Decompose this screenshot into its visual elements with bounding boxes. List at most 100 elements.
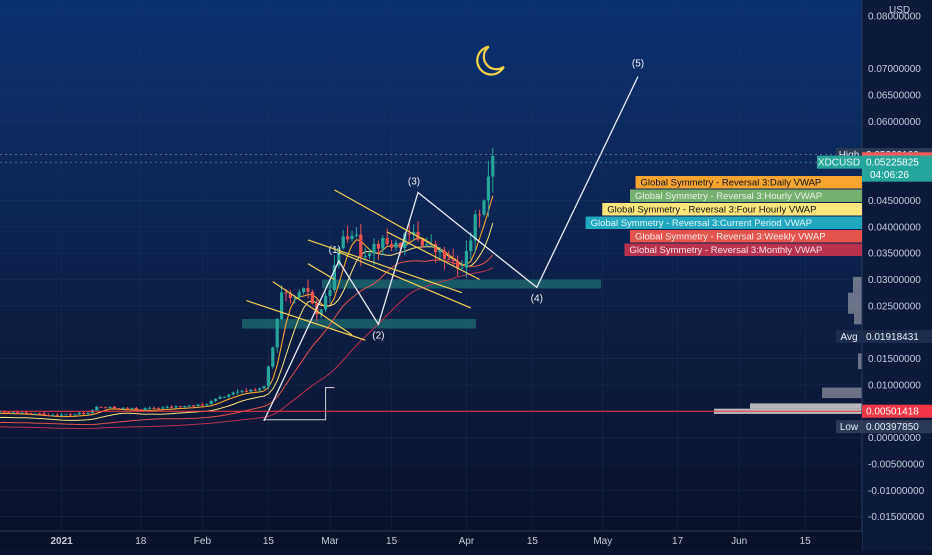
candle-body [68,414,72,416]
candle-body [174,406,178,408]
y-tick-label: -0.00500000 [868,460,925,471]
price-chart[interactable]: (1)(2)(3)(4)(5) 0.080000000.070000000.06… [0,0,932,550]
avg-tag-value: 0.01918431 [866,332,919,343]
y-tick-label: 0.01500000 [868,354,921,365]
x-tick-label: May [593,536,612,547]
vwap-legend-label: Global Symmetry - Reversal 3:Four Hourly… [607,205,816,216]
y-tick-label: 0.03000000 [868,275,921,286]
candle-body [297,291,301,298]
x-tick-label: 18 [135,536,147,547]
candle-body [447,258,451,260]
candle-body [205,404,209,406]
candle-body [253,389,257,391]
y-tick-label: -0.01000000 [868,486,925,497]
candle-body [275,319,279,348]
candle-body [359,234,363,258]
wave-label: (4) [531,293,543,304]
candle-body [165,406,169,408]
symbol-caption: XDCUSD [818,158,860,169]
candle-body [60,414,64,416]
candle-body [143,408,147,410]
candle-body [29,413,33,415]
candle-body [262,386,266,389]
vwap-legend-label: Global Symmetry - Reversal 3:Hourly VWAP [635,191,822,202]
candle-body [130,407,134,409]
candle-body [460,267,464,269]
low-tag-value: 0.00397850 [866,422,919,433]
candle-body [148,407,152,409]
candle-body [86,413,90,415]
candle-body [438,250,442,253]
avg-tag-caption: Avg [840,332,857,343]
candle-body [249,389,253,392]
candle-body [231,392,235,395]
candle-body [222,396,226,398]
candle-body [306,288,310,292]
vwap-legend-label: Global Symmetry - Reversal 3:Weekly VWAP [635,232,826,243]
candle-body [192,405,196,407]
x-tick-label: 17 [672,536,684,547]
candle-body [491,156,495,177]
candle-body [258,388,262,391]
candle-body [394,242,398,248]
candle-body [341,236,345,249]
candle-body [464,251,468,268]
candle-body [376,243,380,249]
x-tick-label: 15 [386,536,398,547]
candle-body [442,250,446,259]
vwap-legend-item: Global Symmetry - Reversal 3:Daily VWAP [635,176,862,189]
candle-body [469,240,473,252]
chart-container[interactable]: (1) (2) (3) (4) (5) 0.08000000 0.07000000 0.06… [0,0,932,550]
volume-profile-bar [853,276,862,293]
vwap-legend-label: Global Symmetry - Reversal 3:Current Per… [591,218,812,229]
x-tick-label: 2021 [50,536,73,547]
candle-body [183,406,187,408]
volume-profile-bar [822,387,862,399]
candle-body [55,414,59,416]
y-tick-label: 0.06000000 [868,117,921,128]
candle-body [407,233,411,235]
candle-body [200,404,204,406]
candle-body [363,256,367,258]
candle-body [161,407,165,409]
x-tick-label: 15 [263,536,275,547]
candle-body [266,366,270,387]
candle-body [482,200,486,215]
candle-body [178,406,182,408]
candle-body [64,414,68,416]
low-tag-caption: Low [840,422,859,433]
candle-body [284,292,288,294]
candle-body [99,406,103,408]
candle-body [346,236,350,240]
candle-body [187,405,191,407]
candle-body [20,412,24,414]
volume-profile-bar [854,313,862,325]
candle-body [126,407,130,409]
candle-body [104,407,108,409]
candle-body [82,412,86,414]
support-zone-upper [322,279,601,289]
candle-body [16,412,20,414]
y-tick-label: 0.02500000 [868,301,921,312]
candle-body [108,406,112,408]
candle-body [328,290,332,296]
x-tick-label: Apr [459,536,475,547]
bar-countdown: 04:06:26 [870,170,909,181]
candle-body [73,414,77,416]
candle-body [33,413,37,415]
vwap-legend-item: Global Symmetry - Reversal 3:Weekly VWAP [630,230,862,243]
vwap-legend-item: Global Symmetry - Reversal 3:Four Hourly… [602,203,862,216]
candle-body [236,391,240,393]
candle-body [24,412,28,414]
wave-label: (3) [408,177,420,188]
candle-body [451,259,455,261]
last-price-value: 0.05225825 [866,158,919,169]
candle-body [218,396,222,399]
x-tick-label: 15 [800,536,812,547]
volume-profile-bar [858,353,862,370]
candle-body [156,408,160,410]
candle-body [425,244,429,246]
volume-profile-bar [750,403,862,409]
vwap-legend-item: Global Symmetry - Reversal 3:Hourly VWAP [630,189,862,202]
candle-body [280,292,284,320]
